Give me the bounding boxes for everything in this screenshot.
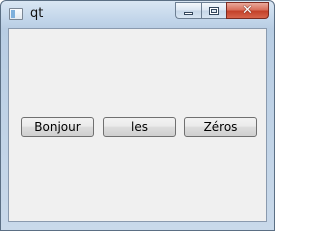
client-area: Bonjour les Zéros xyxy=(8,28,267,222)
les-button[interactable]: les xyxy=(103,117,176,137)
close-button[interactable]: ✕ xyxy=(226,2,269,19)
close-icon: ✕ xyxy=(242,3,253,18)
window-title: qt xyxy=(30,6,44,21)
maximize-icon xyxy=(209,6,219,15)
maximize-button[interactable] xyxy=(201,2,226,19)
app-window: qt ✕ Bonjour les Zéros xyxy=(0,0,275,231)
bonjour-button[interactable]: Bonjour xyxy=(21,117,94,137)
title-bar[interactable]: qt ✕ xyxy=(1,1,274,28)
caption-buttons: ✕ xyxy=(175,2,269,20)
zeros-button[interactable]: Zéros xyxy=(184,117,257,137)
window-app-icon[interactable] xyxy=(9,8,23,20)
minimize-icon xyxy=(184,12,193,15)
minimize-button[interactable] xyxy=(175,2,201,19)
